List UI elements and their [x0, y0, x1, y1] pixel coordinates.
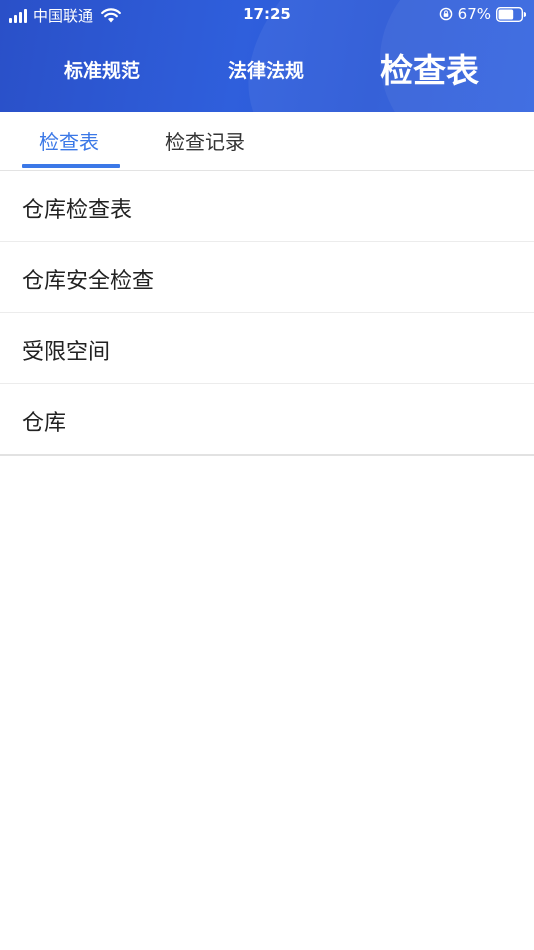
orientation-lock-icon [439, 7, 452, 21]
list-item-label: 仓库检查表 [22, 198, 133, 223]
tab-inspection-records[interactable]: 检查记录 [165, 126, 245, 155]
battery-percent: 67% [457, 5, 491, 23]
status-bar: 中国联通 17:25 67% [0, 0, 534, 28]
top-nav-standards[interactable]: 标准规范 [64, 56, 140, 83]
top-nav-laws[interactable]: 法律法规 [228, 56, 304, 83]
list-item[interactable]: 仓库检查表 [0, 171, 534, 242]
list-item[interactable]: 仓库 [0, 384, 534, 456]
sub-tab-bar: 检查表 检查记录 [0, 112, 534, 171]
top-nav: 标准规范 法律法规 检查表 [0, 38, 534, 94]
tab-checklist[interactable]: 检查表 [39, 126, 99, 155]
top-nav-checklist[interactable]: 检查表 [380, 44, 479, 92]
app-header: 中国联通 17:25 67% 标准规范 法律法规 检查表 [0, 0, 534, 112]
list-item-label: 仓库安全检查 [22, 269, 155, 294]
active-tab-indicator [22, 164, 120, 168]
list-item[interactable]: 仓库安全检查 [0, 242, 534, 313]
list-item[interactable]: 受限空间 [0, 313, 534, 384]
checklist-list: 仓库检查表 仓库安全检查 受限空间 仓库 [0, 171, 534, 456]
list-item-label: 仓库 [22, 411, 67, 436]
battery-icon [496, 6, 526, 22]
status-right: 67% [439, 5, 526, 23]
list-item-label: 受限空间 [22, 340, 111, 365]
